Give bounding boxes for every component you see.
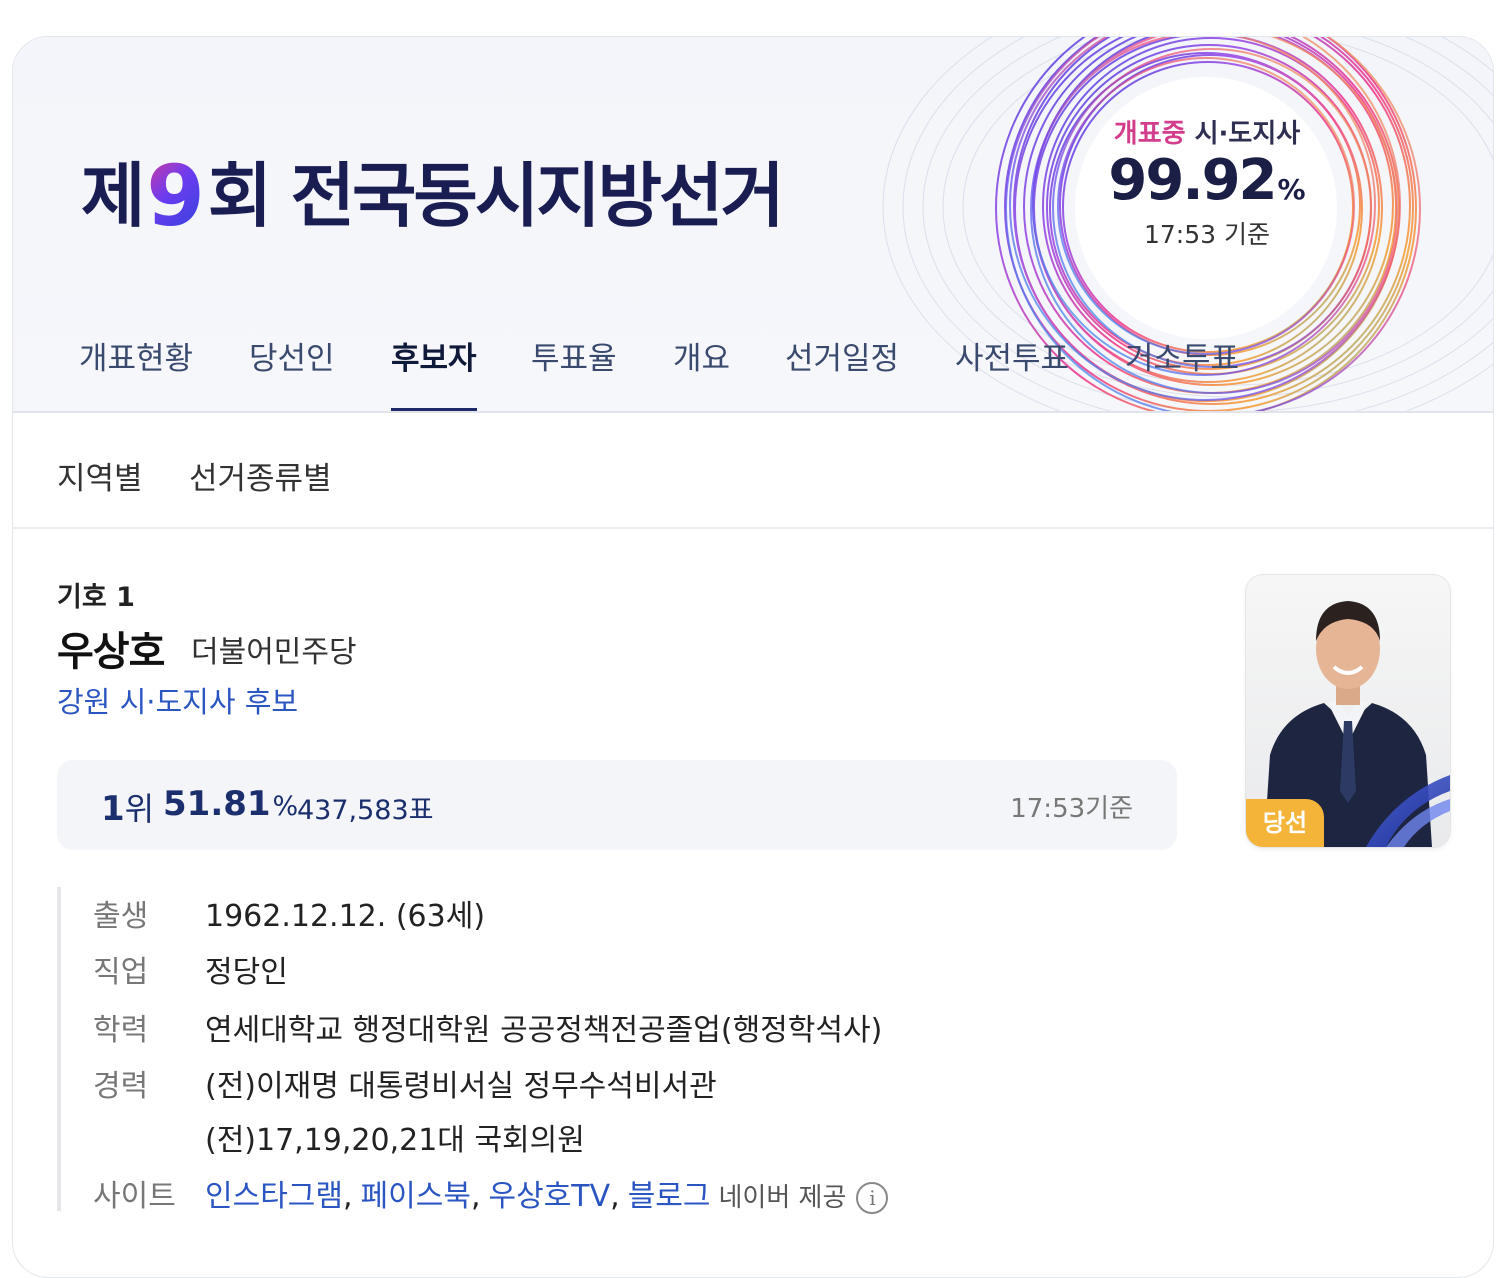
birth-label: 출생 xyxy=(93,899,149,934)
candidate-name: 우상호 xyxy=(57,629,165,675)
tab-early-voting[interactable]: 사전투표 xyxy=(955,327,1069,411)
profile-row-sites: 사이트 인스타그램, 페이스북, 우상호TV, 블로그 네이버 제공 i xyxy=(93,1171,889,1215)
title-number: 9 xyxy=(146,141,204,251)
tab-winners[interactable]: 당선인 xyxy=(249,327,335,411)
tab-turnout[interactable]: 투표율 xyxy=(531,327,617,411)
site-separator: , xyxy=(470,1179,481,1214)
tab-schedule[interactable]: 선거일정 xyxy=(785,327,899,411)
candidate-position-link[interactable]: 강원 시·도지사 후보 xyxy=(57,679,298,721)
education-label: 학력 xyxy=(93,1013,149,1048)
job-label: 직업 xyxy=(93,955,149,990)
site-link-youtube-tv[interactable]: 우상호TV xyxy=(489,1179,611,1214)
profile-row-birth: 출생 1962.12.12. (63세) xyxy=(93,891,485,935)
election-card: 제 9 회 전국동시지방선거 개표중 시·도지사 99.92% 17:53 기준… xyxy=(12,36,1494,1278)
career-value-1: (전)이재명 대통령비서실 정무수석비서관 xyxy=(205,1069,717,1104)
result-percent-unit: % xyxy=(272,791,299,822)
result-percent: 51.81% xyxy=(163,784,298,824)
tab-count-status[interactable]: 개표현황 xyxy=(79,327,193,411)
result-rank: 1위 xyxy=(101,784,154,830)
provider-label: 네이버 제공 xyxy=(718,1183,847,1213)
rank-unit: 위 xyxy=(124,790,155,828)
result-time: 17:53기준 xyxy=(1010,794,1133,824)
profile-row-career-2: (전)17,19,20,21대 국회의원 xyxy=(93,1115,585,1159)
candidate-party: 더불어민주당 xyxy=(191,635,357,670)
title-suffix: 회 전국동시지방선거 xyxy=(207,155,785,237)
education-value: 연세대학교 행정대학원 공공정책전공졸업(행정학석사) xyxy=(205,1013,883,1048)
counting-percent-value: 99.92 xyxy=(1108,148,1277,213)
candidate-profile: 출생 1962.12.12. (63세) 직업 정당인 학력 연세대학교 행정대학원 … xyxy=(57,887,1061,1214)
tab-candidates[interactable]: 후보자 xyxy=(391,327,477,411)
election-banner: 제 9 회 전국동시지방선거 개표중 시·도지사 99.92% 17:53 기준… xyxy=(13,37,1493,413)
sub-tabs: 지역별 선거종류별 xyxy=(13,413,1493,529)
counting-percent: 99.92% xyxy=(1093,145,1321,226)
tab-overview[interactable]: 개요 xyxy=(673,327,730,411)
tab-absentee-voting[interactable]: 거소투표 xyxy=(1125,327,1239,411)
title-prefix: 제 xyxy=(81,155,145,237)
subtab-by-type[interactable]: 선거종류별 xyxy=(189,453,332,498)
birth-value: 1962.12.12. (63세) xyxy=(205,899,486,934)
counting-percent-unit: % xyxy=(1277,173,1306,206)
job-value: 정당인 xyxy=(205,955,288,990)
rank-value: 1 xyxy=(101,789,125,829)
career-value-2: (전)17,19,20,21대 국회의원 xyxy=(205,1123,585,1158)
profile-row-education: 학력 연세대학교 행정대학원 공공정책전공졸업(행정학석사) xyxy=(93,1005,882,1049)
result-votes: 437,583표 xyxy=(297,795,434,826)
counting-time: 17:53 기준 xyxy=(1144,220,1270,249)
career-label: 경력 xyxy=(93,1069,149,1104)
result-summary: 1위 51.81% 437,583표 17:53기준 xyxy=(57,760,1177,850)
election-title: 제 9 회 전국동시지방선거 xyxy=(81,141,785,251)
site-separator: , xyxy=(610,1179,620,1214)
candidate-number: 기호 1 xyxy=(57,582,135,613)
info-icon[interactable]: i xyxy=(856,1181,889,1214)
site-link-facebook[interactable]: 페이스북 xyxy=(361,1179,471,1214)
winner-badge: 당선 xyxy=(1246,799,1324,847)
site-link-instagram[interactable]: 인스타그램 xyxy=(205,1179,343,1214)
result-percent-value: 51.81 xyxy=(163,784,271,824)
main-tabs: 개표현황 당선인 후보자 투표율 개요 선거일정 사전투표 거소투표 xyxy=(13,327,1493,411)
subtab-by-region[interactable]: 지역별 xyxy=(57,453,143,498)
site-label: 사이트 xyxy=(93,1179,176,1214)
site-separator: , xyxy=(343,1179,353,1214)
site-link-blog[interactable]: 블로그 xyxy=(628,1179,711,1214)
profile-row-job: 직업 정당인 xyxy=(93,947,288,991)
profile-row-career: 경력 (전)이재명 대통령비서실 정무수석비서관 xyxy=(93,1061,717,1105)
candidate-photo[interactable]: 당선 xyxy=(1245,574,1451,848)
